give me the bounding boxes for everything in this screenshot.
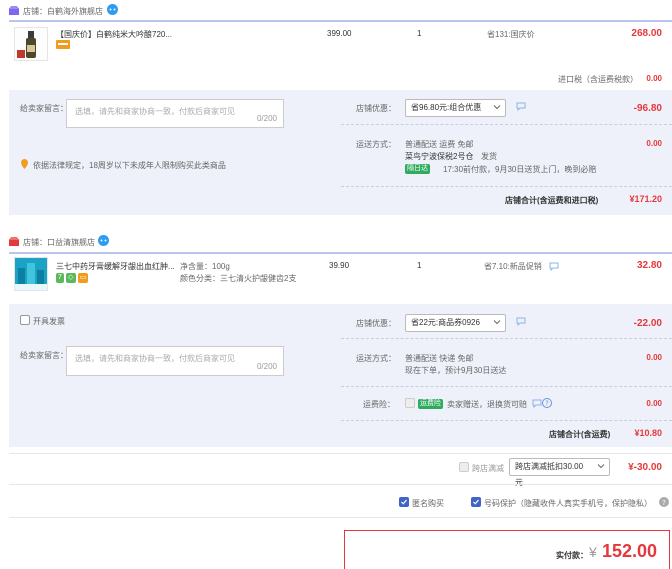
cross-store-checkbox	[459, 462, 469, 472]
discount-value: -96.80	[633, 103, 662, 114]
help-icon[interactable]: ?	[659, 497, 669, 507]
delivery-promise: 17:30前付款，9月30日送货上门，晚到必赔	[443, 165, 597, 174]
store-name[interactable]: 店铺：口益清旗舰店	[23, 237, 95, 248]
comment-icon[interactable]	[532, 399, 542, 409]
shipping-method: 普通配送 运费 免邮	[405, 140, 474, 149]
chevron-down-icon	[493, 105, 501, 110]
message-count: 0/200	[256, 114, 277, 123]
warehouse-name: 菜鸟宁波保税2号仓	[405, 152, 474, 161]
legal-notice: 依据法律规定，18周岁以下未成年人限制购买此类商品	[33, 161, 226, 170]
discount-select[interactable]: 省96.80元:组合优惠	[405, 99, 506, 117]
svg-text:?: ?	[545, 400, 549, 408]
delivery-estimate: 现在下单，预计9月30日送达	[405, 366, 507, 375]
ship-from-text: 发货	[481, 152, 497, 161]
item-subtotal: 32.80	[636, 260, 662, 271]
card-icon	[56, 40, 70, 49]
shipping-value: 0.00	[646, 139, 662, 148]
chevron-down-icon	[493, 320, 501, 325]
promo-text: 省131:国庆价	[487, 30, 535, 39]
discount-select[interactable]: 省22元:商品券0926	[405, 314, 506, 332]
message-placeholder: 选填，请先和商家协商一致，付款后商家可见	[75, 354, 235, 363]
store-total-value: ¥171.20	[629, 194, 662, 204]
location-icon	[21, 159, 28, 169]
message-placeholder: 选填，请先和商家协商一致，付款后商家可见	[75, 107, 235, 116]
cross-store-label: 跨店满减	[472, 464, 504, 473]
message-input[interactable]: 选填，请先和商家协商一致，付款后商家可见 0/200	[66, 99, 284, 128]
privacy-label[interactable]: 号码保护（隐藏收件人真实手机号，保护隐私）	[484, 498, 652, 509]
message-label: 给卖家留言：	[20, 351, 68, 360]
discount-selected: 省22元:商品券0926	[411, 318, 480, 327]
spec-weight: 净含量：100g	[180, 262, 230, 271]
store-total-value: ¥10.80	[634, 428, 662, 438]
product-title[interactable]: 三七中药牙膏缓解牙龈出血红肿...	[56, 261, 175, 272]
store-total-label: 店铺合计(含运费和进口税)	[505, 196, 599, 205]
payment-amount: 152.00	[602, 541, 658, 561]
discount-value: -22.00	[633, 318, 662, 329]
store-icon	[9, 6, 19, 15]
product-badges: 7 ◇ ▭	[56, 272, 89, 283]
spec-variant: 颜色分类：三七清火护龈健齿2支	[180, 274, 297, 283]
product-thumbnail[interactable]	[14, 257, 48, 291]
chat-icon[interactable]	[98, 235, 109, 246]
insurance-label: 运费险：	[363, 400, 395, 409]
import-tax-value: 0.00	[646, 74, 662, 83]
comment-icon[interactable]	[516, 317, 526, 327]
chat-icon[interactable]	[107, 4, 118, 15]
store-name[interactable]: 店铺：白鹤海外旗舰店	[23, 6, 103, 17]
comment-icon[interactable]	[549, 262, 559, 272]
cross-store-select[interactable]: 跨店满减抵扣30.00元	[509, 458, 610, 487]
store-total-label: 店铺合计(含运费)	[549, 430, 611, 439]
payment-symbol: ¥	[589, 544, 597, 560]
seven-day-icon: 7	[56, 273, 64, 283]
invoice-label[interactable]: 开具发票	[33, 316, 65, 327]
import-tax-label: 进口税（含运费税款）	[558, 75, 638, 84]
insurance-value: 0.00	[646, 399, 662, 408]
shipping-value: 0.00	[646, 353, 662, 362]
discount-label: 店铺优惠：	[356, 319, 396, 328]
shipping-method: 普通配送 快递 免邮	[405, 354, 474, 363]
help-icon[interactable]: ?	[542, 398, 552, 408]
anonymous-checkbox[interactable]	[399, 497, 409, 507]
shipping-label: 运送方式：	[356, 354, 396, 363]
quantity[interactable]: 1	[417, 29, 421, 38]
store-icon	[9, 237, 19, 246]
item-subtotal: 268.00	[631, 28, 662, 39]
next-day-badge: 隔日达	[405, 164, 430, 174]
insurance-badge: 运费险	[418, 399, 443, 409]
insurance-text: 卖家赠送，退换货可赔	[447, 400, 527, 409]
shipping-label: 运送方式：	[356, 140, 396, 149]
message-input[interactable]: 选填，请先和商家协商一致，付款后商家可见 0/200	[66, 346, 284, 376]
message-count: 0/200	[256, 362, 277, 371]
insurance-checkbox	[405, 398, 415, 408]
promo-text: 省7.10:新品促销	[484, 262, 542, 271]
payment-label: 实付款：	[556, 551, 588, 560]
discount-selected: 省96.80元:组合优惠	[411, 103, 482, 112]
svg-text:?: ?	[662, 499, 666, 507]
chevron-down-icon	[597, 464, 605, 469]
invoice-checkbox[interactable]	[20, 315, 30, 325]
quantity[interactable]: 1	[417, 261, 421, 270]
privacy-checkbox[interactable]	[471, 497, 481, 507]
unit-price: 399.00	[327, 29, 352, 38]
product-thumbnail[interactable]	[14, 27, 48, 61]
cross-store-value: ¥-30.00	[628, 462, 662, 473]
discount-label: 店铺优惠：	[356, 104, 396, 113]
card-icon: ▭	[77, 273, 89, 283]
message-label: 给卖家留言：	[20, 104, 68, 113]
anonymous-label[interactable]: 匿名购买	[412, 498, 444, 509]
shield-icon: ◇	[66, 273, 76, 283]
product-title[interactable]: 【国庆价】白鹤纯米大吟酿720...	[56, 29, 172, 40]
comment-icon[interactable]	[516, 102, 526, 112]
unit-price: 39.90	[329, 261, 350, 270]
